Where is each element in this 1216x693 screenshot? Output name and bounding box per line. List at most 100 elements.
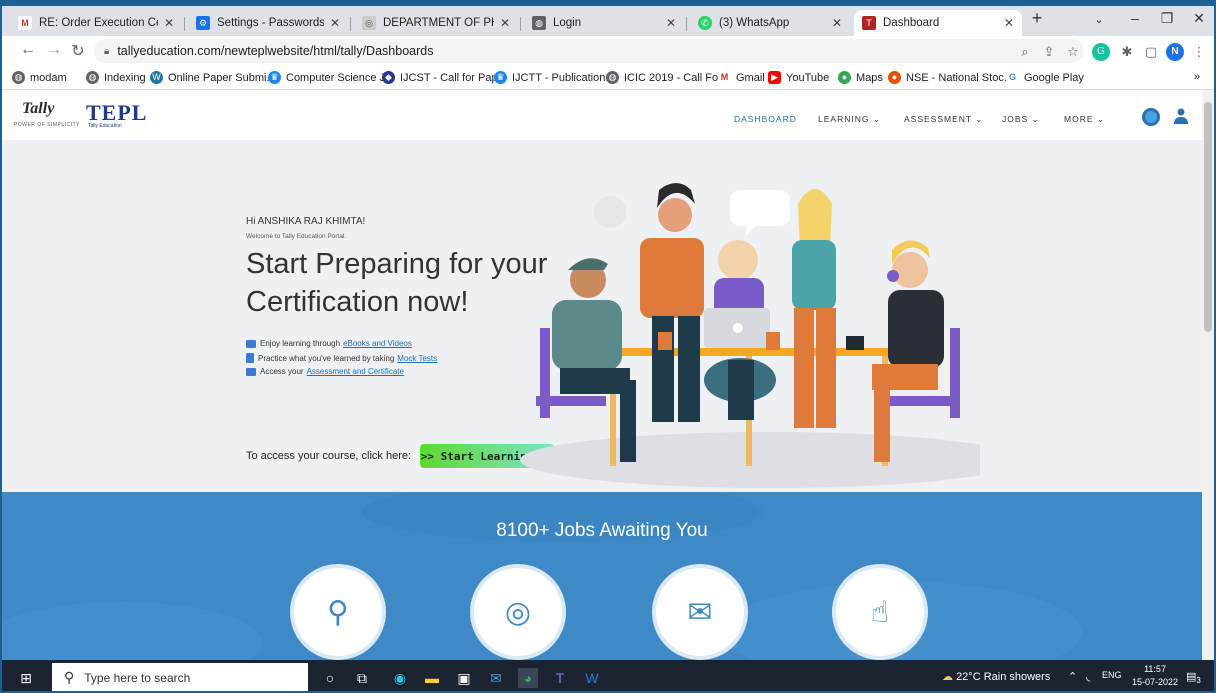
reload-icon[interactable]: ↻ [68,41,88,61]
bookmark-item[interactable]: ◍ modam [12,71,67,84]
page-scrollbar[interactable] [1202,90,1214,660]
word-icon[interactable]: W [582,668,602,688]
minimize-button[interactable]: – [1120,10,1150,26]
windows-taskbar: ⊞ ⚲ Type here to search ○ ⧉ ◉ ▬ ▣ ✉ ◕ T … [2,660,1214,691]
tab-whatsapp[interactable]: ✆ (3) WhatsApp ✕ [690,10,850,36]
bookmark-item[interactable]: ● Maps [838,71,883,84]
back-arrow-icon[interactable]: ← [18,41,38,59]
user-icon[interactable] [1174,108,1188,124]
tab-settings[interactable]: ⚙ Settings - Passwords ✕ [188,10,348,36]
nav-dashboard[interactable]: DASHBOARD [734,114,797,124]
gear-icon: ⚙ [196,16,210,30]
extension-grammarly-icon[interactable]: G [1092,43,1110,61]
tally-logo[interactable]: Tally [22,100,54,118]
job-search-card[interactable]: ⚲ [290,564,386,660]
job-apply-card[interactable]: ☝ [832,564,928,660]
search-placeholder: Type here to search [84,670,191,685]
cortana-icon[interactable]: ○ [320,668,340,688]
bookmarks-overflow-icon[interactable]: » [1194,71,1200,83]
jobs-section: 8100+ Jobs Awaiting You ⚲ ◎ ✉ ☝ [2,492,1202,660]
close-icon[interactable]: ✕ [500,16,510,30]
tab-separator [686,17,687,31]
bookmark-item[interactable]: M Gmail [718,71,765,84]
tray-overflow-icon[interactable]: ⌃ [1068,670,1077,683]
tablet-tap-icon: ☝ [870,595,890,629]
tab-separator [350,17,351,31]
search-icon: ⚲ [64,669,75,685]
new-tab-button[interactable]: + [1022,8,1052,29]
tab-gmail[interactable]: M RE: Order Execution Certificat ✕ [10,10,182,36]
support-icon[interactable] [1142,108,1160,126]
forward-arrow-icon[interactable]: → [44,41,64,59]
bookmark-item[interactable]: ▶ YouTube [768,71,829,84]
close-icon[interactable]: ✕ [164,16,174,30]
bookmark-item[interactable]: G Google Play [1006,71,1084,84]
tally-logo-tagline: POWER OF SIMPLICITY [14,122,80,128]
task-view-icon[interactable]: ⧉ [352,668,372,688]
bookmark-item[interactable]: ◆ IJCST - Call for Pap... [382,71,507,84]
weather-widget[interactable]: ☁ 22°C Rain showers [942,670,1050,683]
bookmark-item[interactable]: ♛ Computer Science J... [268,71,394,84]
bookmark-item[interactable]: ♛ IJCTT - Publication... [494,71,615,84]
bookmark-item[interactable]: ● NSE - National Stoc... [888,71,1013,84]
nav-jobs[interactable]: JOBS ⌄ [1002,114,1040,125]
url-text: tallyeducation.com/newteplwebsite/html/t… [117,44,434,58]
windows-start-icon[interactable]: ⊞ [16,668,36,688]
mail-icon[interactable]: ✉ [486,668,506,688]
globe-icon: ◍ [532,16,546,30]
bookmark-item[interactable]: W Online Paper Submi... [150,71,276,84]
wordpress-icon: W [150,71,163,84]
language-indicator[interactable]: ENG [1102,670,1122,680]
close-icon[interactable]: ✕ [832,16,842,30]
nav-assessment[interactable]: ASSESSMENT ⌄ [904,114,983,125]
browser-menu-icon[interactable]: ⋮ [1190,43,1208,61]
window-close-button[interactable]: ✕ [1184,10,1214,27]
clock[interactable]: 11:57 15-07-2022 [1132,663,1178,689]
restore-button[interactable]: ❐ [1152,10,1182,27]
close-icon[interactable]: ✕ [666,16,676,30]
nav-learning[interactable]: LEARNING ⌄ [818,114,881,125]
tab-search-icon[interactable]: ⌄ [1084,13,1114,26]
store-icon[interactable]: ▣ [454,668,474,688]
share-icon[interactable]: ⇪ [1040,43,1058,61]
zoom-icon[interactable]: ⌕ [1016,43,1034,61]
teams-icon[interactable]: T [550,668,570,688]
youtube-icon: ▶ [768,71,781,84]
feature-ebooks: Enjoy learning through eBooks and Videos [246,339,412,348]
side-panel-icon[interactable]: ▢ [1142,43,1160,61]
tab-login[interactable]: ◍ Login ✕ [524,10,684,36]
ebooks-link[interactable]: eBooks and Videos [343,339,412,348]
bookmark-star-icon[interactable]: ☆ [1064,43,1082,61]
crown-icon: ♛ [268,71,281,84]
close-icon[interactable]: ✕ [330,16,340,30]
taskbar-search-box[interactable]: ⚲ Type here to search [52,663,308,691]
tab-title: Settings - Passwords [217,17,324,29]
feature-assessment: Access your Assessment and Certificate [246,367,404,376]
chat-bubble-icon: ▤ [1186,671,1197,683]
notification-center-icon[interactable]: ▤3 [1186,670,1201,685]
file-explorer-icon[interactable]: ▬ [422,668,442,688]
job-mail-card[interactable]: ✉ [652,564,748,660]
tab-department[interactable]: ◎ DEPARTMENT OF PHYSICAL E ✕ [354,10,518,36]
close-icon[interactable]: ✕ [1004,16,1014,30]
tab-dashboard[interactable]: T Dashboard ✕ [854,10,1022,36]
nav-more[interactable]: MORE ⌄ [1064,114,1105,125]
network-icon[interactable]: ◟ [1086,670,1090,683]
bookmark-item[interactable]: ◍ ICIC 2019 - Call For... [606,71,730,84]
address-bar[interactable]: 🔒︎ tallyeducation.com/newteplwebsite/htm… [94,39,1084,63]
edge-icon[interactable]: ◉ [390,668,410,688]
bookmark-item[interactable]: ◍ Indexing [86,71,146,84]
tab-title: RE: Order Execution Certificat [39,17,158,29]
profile-avatar[interactable]: N [1166,43,1184,61]
chrome-icon[interactable]: ◕ [518,668,538,688]
job-target-card[interactable]: ◎ [470,564,566,660]
google-icon: G [1006,71,1019,84]
mock-tests-link[interactable]: Mock Tests [397,354,437,363]
nse-icon: ● [888,71,901,84]
page-content: Tally POWER OF SIMPLICITY TEPL Tally Edu… [2,90,1202,660]
scrollbar-thumb[interactable] [1204,102,1212,332]
clock-time: 11:57 [1144,664,1166,674]
assessment-link[interactable]: Assessment and Certificate [307,367,404,376]
hero-section: Hi ANSHIKA RAJ KHIMTA! Welcome to Tally … [2,140,1202,492]
extensions-puzzle-icon[interactable]: ✱ [1118,43,1136,61]
